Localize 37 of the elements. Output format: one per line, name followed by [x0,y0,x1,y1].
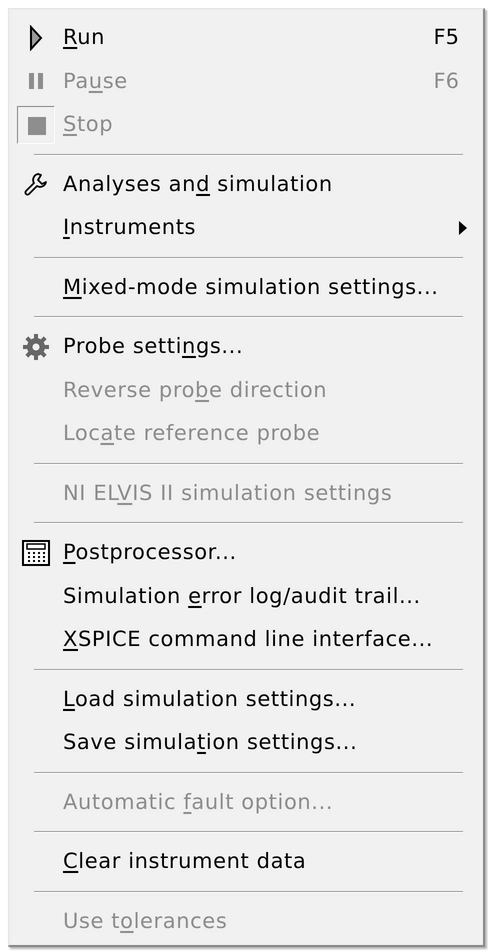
menu-item[interactable]: Analyses and simulation [9,162,483,206]
stop-icon [17,106,55,144]
menu-item[interactable]: Instruments [9,206,483,250]
menu-item-label: M ixed-mode simulation settings... [63,274,439,300]
menu-item-label: Probe settings... [63,333,244,360]
calculator-icon [22,540,50,566]
gear-icon [21,332,51,362]
menu-item[interactable]: Postprocessor... [9,531,483,574]
menu-item-label: Run [63,24,106,51]
menu-item-label: XSPICE command line interface... [63,626,434,653]
shortcut-label: F5 [434,24,460,51]
menu-item-label: Locate reference probe [63,420,320,447]
menu-item-label: Use tolerances [63,908,228,934]
menu-item[interactable]: Clear instrument data [9,840,483,884]
menu-item[interactable]: Save simulation settings... [9,721,483,764]
menu-item[interactable]: Load simulation settings... [9,678,483,721]
menu-item[interactable]: Simulation error log/audit trail... [9,574,483,618]
menu-item[interactable]: Probe settings... [9,325,483,368]
menu-item-label: Save simulation settings... [63,729,358,756]
menu-item[interactable]: XSPICE command line interface... [9,618,483,662]
wrench-icon [23,171,49,198]
play-icon [29,24,43,51]
menu-item-label: Clear instrument data [63,848,306,875]
menu-item-label: Pause [63,68,128,94]
menu-item-label: Stop [63,111,114,138]
menu-item-label: Analyses and simulation [63,170,333,198]
menu-item-label: Automatic fault option... [63,788,334,816]
menu-item-label: Load simulation settings... [63,686,356,712]
pause-icon [27,72,45,90]
menu-item[interactable]: Run F5 [9,16,483,60]
menu-item-label: Reverse probe direction [63,376,328,404]
menu-item-label: Simulation error log/audit trail... [63,582,421,610]
menu-item-label: Postprocessor... [63,539,237,566]
shortcut-label: F6 [434,68,460,94]
menu-item[interactable]: M ixed-mode simulation settings... [9,266,483,309]
menu-item-label: Instruments [63,214,196,241]
menu-item-label: NI ELVIS II simulation settings [63,480,392,506]
